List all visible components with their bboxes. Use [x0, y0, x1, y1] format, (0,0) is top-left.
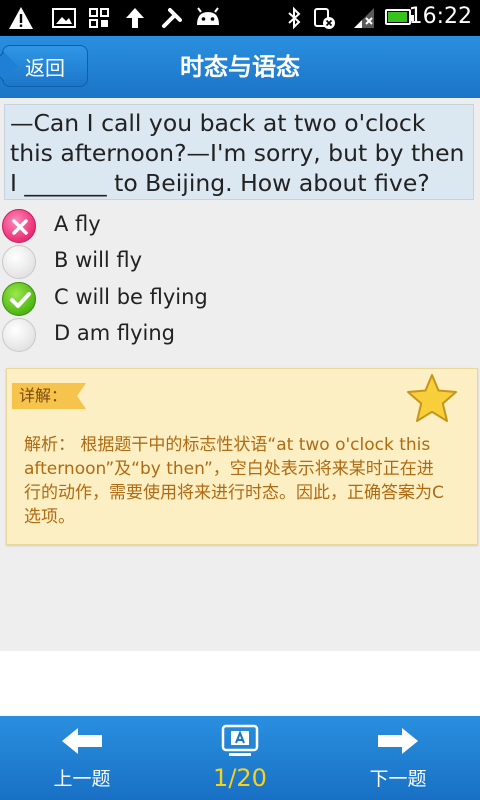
option-a[interactable]: A fly — [0, 208, 480, 244]
tools-icon — [160, 6, 184, 30]
prev-question-label: 上一题 — [53, 768, 111, 790]
option-a-label: A fly — [54, 212, 101, 236]
android-icon — [194, 6, 222, 30]
apps-icon — [88, 6, 110, 30]
option-d-label: D am flying — [54, 321, 175, 345]
battery-icon — [385, 9, 414, 25]
image-icon — [52, 6, 76, 30]
status-bar: 16:22 — [0, 0, 480, 36]
option-b-label: B will fly — [54, 248, 143, 272]
next-question-label: 下一题 — [369, 768, 427, 790]
answer-sheet-icon — [221, 724, 259, 756]
radio-empty-icon — [2, 318, 36, 352]
bluetooth-icon — [286, 6, 302, 30]
title-bar: 返回 时态与语态 — [0, 36, 480, 99]
option-c[interactable]: C will be flying — [0, 281, 480, 317]
explanation-text: 解析： 根据题干中的标志性状语“at two o'clock this afte… — [24, 435, 444, 527]
option-b[interactable]: B will fly — [0, 244, 480, 280]
warning-icon — [8, 6, 34, 30]
question-counter-text: 1/20 — [213, 764, 267, 792]
battery-level — [388, 12, 407, 22]
sync-off-icon — [312, 6, 336, 30]
check-icon — [2, 282, 36, 316]
content-area: —Can I call you back at two o'clock this… — [0, 98, 480, 651]
arrow-left-icon — [62, 728, 102, 754]
explanation-tag: 详解： — [12, 383, 86, 409]
clock: 16:22 — [408, 4, 472, 29]
next-question-button[interactable]: 下一题 — [343, 716, 453, 800]
question-counter[interactable]: 1/20 — [180, 716, 300, 800]
upload-icon — [124, 6, 146, 30]
radio-empty-icon — [2, 245, 36, 279]
bottom-nav-bar: 上一题 1/20 下一题 — [0, 716, 480, 800]
star-icon[interactable] — [405, 373, 459, 427]
signal-icon — [352, 6, 376, 30]
arrow-right-icon — [378, 728, 418, 754]
back-button-label: 返回 — [25, 55, 65, 80]
option-c-label: C will be flying — [54, 285, 208, 309]
wrong-icon — [2, 209, 36, 243]
back-button[interactable]: 返回 — [2, 45, 88, 87]
question-text: —Can I call you back at two o'clock this… — [4, 104, 474, 200]
option-d[interactable]: D am flying — [0, 317, 480, 353]
prev-question-button[interactable]: 上一题 — [27, 716, 137, 800]
explanation-card: 详解： 解析： 根据题干中的标志性状语“at two o'clock this … — [6, 368, 478, 545]
